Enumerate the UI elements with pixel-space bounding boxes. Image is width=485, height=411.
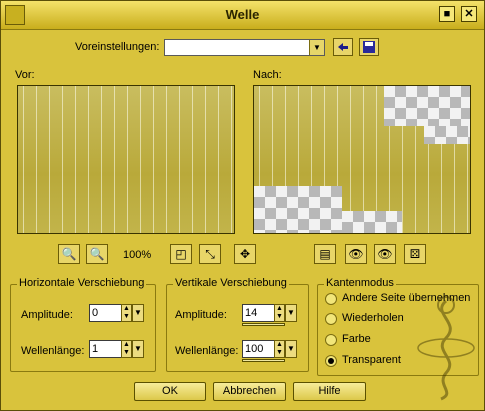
h-amplitude-dropdown[interactable]: ▼ bbox=[132, 304, 144, 322]
preview-toggle-button[interactable]: ▤ bbox=[314, 244, 336, 264]
ok-button[interactable]: OK bbox=[134, 382, 206, 401]
after-preview[interactable] bbox=[253, 85, 471, 234]
horizontal-shift-group: Horizontale Verschiebung Amplitude: 0 ▲ ▼… bbox=[10, 277, 156, 372]
h-amplitude-stepper[interactable]: ▲ ▼ bbox=[121, 304, 132, 322]
transparency-area bbox=[424, 126, 470, 144]
zoom-level: 100% bbox=[123, 249, 152, 261]
eye-icon: 👁 bbox=[377, 247, 393, 261]
h-wavelength-stepper[interactable]: ▲ ▼ bbox=[121, 340, 132, 358]
v-amplitude-stepper[interactable]: ▲ ▼ bbox=[274, 304, 285, 322]
layout-icon: ▤ bbox=[319, 247, 331, 261]
v-wavelength-input[interactable]: 100 bbox=[242, 340, 275, 358]
proof-button[interactable]: 👁 bbox=[345, 244, 367, 264]
v-amplitude-label: Amplitude: bbox=[175, 309, 227, 321]
edge-mode-option-label: Wiederholen bbox=[342, 312, 404, 324]
zoom-out-button[interactable]: 🔍 bbox=[58, 244, 80, 264]
fit-icon: ◰ bbox=[175, 247, 187, 261]
edge-mode-repeat-radio[interactable] bbox=[325, 313, 337, 325]
h-amplitude-input[interactable]: 0 bbox=[89, 304, 122, 322]
edge-mode-color-radio[interactable] bbox=[325, 334, 337, 346]
h-wavelength-label: Wellenlänge: bbox=[21, 345, 85, 357]
load-preset-button[interactable] bbox=[333, 38, 353, 56]
edge-mode-title: Kantenmodus bbox=[324, 277, 396, 289]
h-amplitude-label: Amplitude: bbox=[21, 309, 73, 321]
vertical-shift-title: Vertikale Verschiebung bbox=[173, 277, 289, 289]
transparency-area bbox=[342, 211, 402, 233]
v-amplitude-input[interactable]: 14 bbox=[242, 304, 275, 322]
randomize-button[interactable]: ⚄ bbox=[404, 244, 426, 264]
v-amplitude-slider[interactable] bbox=[242, 323, 285, 326]
chevron-down-icon[interactable]: ▼ bbox=[309, 40, 324, 55]
maximize-icon[interactable]: ■ bbox=[439, 6, 455, 22]
eye-lock-icon: 👁 bbox=[348, 247, 364, 261]
cancel-button[interactable]: Abbrechen bbox=[213, 382, 286, 401]
before-label: Vor: bbox=[15, 69, 35, 81]
help-button[interactable]: Hilfe bbox=[293, 382, 366, 401]
edge-mode-option-label: Transparent bbox=[342, 354, 401, 366]
zoom-in-icon: 🔍 bbox=[89, 247, 105, 261]
zoom-in-button[interactable]: 🔍 bbox=[86, 244, 108, 264]
horizontal-shift-title: Horizontale Verschiebung bbox=[17, 277, 147, 289]
zoom-actual-button[interactable]: ⤡ bbox=[199, 244, 221, 264]
window-title: Welle bbox=[225, 7, 260, 22]
title-bar[interactable]: Welle ■ ✕ bbox=[1, 1, 484, 30]
before-preview[interactable] bbox=[17, 85, 235, 234]
edge-mode-wrap-radio[interactable] bbox=[325, 293, 337, 305]
presets-dropdown[interactable]: ▼ bbox=[164, 39, 325, 56]
save-icon bbox=[363, 41, 375, 53]
transparency-area bbox=[254, 186, 342, 233]
v-wavelength-label: Wellenlänge: bbox=[175, 345, 239, 357]
arrow-back-icon bbox=[338, 43, 348, 51]
zoom-out-icon: 🔍 bbox=[61, 247, 77, 261]
h-wavelength-dropdown[interactable]: ▼ bbox=[132, 340, 144, 358]
auto-proof-button[interactable]: 👁 bbox=[374, 244, 396, 264]
vertical-shift-group: Vertikale Verschiebung Amplitude: 14 ▲ ▼ … bbox=[166, 277, 309, 372]
dice-icon: ⚄ bbox=[409, 247, 421, 261]
v-wavelength-stepper[interactable]: ▲ ▼ bbox=[274, 340, 285, 358]
edge-mode-option-label: Farbe bbox=[342, 333, 371, 345]
presets-label: Voreinstellungen: bbox=[75, 41, 160, 53]
watermark-stamp bbox=[417, 296, 475, 401]
close-icon[interactable]: ✕ bbox=[461, 6, 477, 22]
dialog-window: Welle ■ ✕ Voreinstellungen: ▼ Vor: Nach:… bbox=[0, 0, 485, 411]
transparency-area bbox=[384, 86, 470, 126]
after-label: Nach: bbox=[253, 69, 282, 81]
move-icon: ✥ bbox=[239, 247, 251, 261]
pan-button[interactable]: ✥ bbox=[234, 244, 256, 264]
v-amplitude-dropdown[interactable]: ▼ bbox=[285, 304, 297, 322]
zoom-fit-button[interactable]: ◰ bbox=[170, 244, 192, 264]
save-preset-button[interactable] bbox=[359, 38, 379, 56]
resize-icon: ⤡ bbox=[205, 247, 215, 261]
edge-mode-transparent-radio[interactable] bbox=[325, 355, 337, 367]
v-wavelength-dropdown[interactable]: ▼ bbox=[285, 340, 297, 358]
h-wavelength-input[interactable]: 1 bbox=[89, 340, 122, 358]
v-wavelength-slider[interactable] bbox=[242, 359, 285, 362]
